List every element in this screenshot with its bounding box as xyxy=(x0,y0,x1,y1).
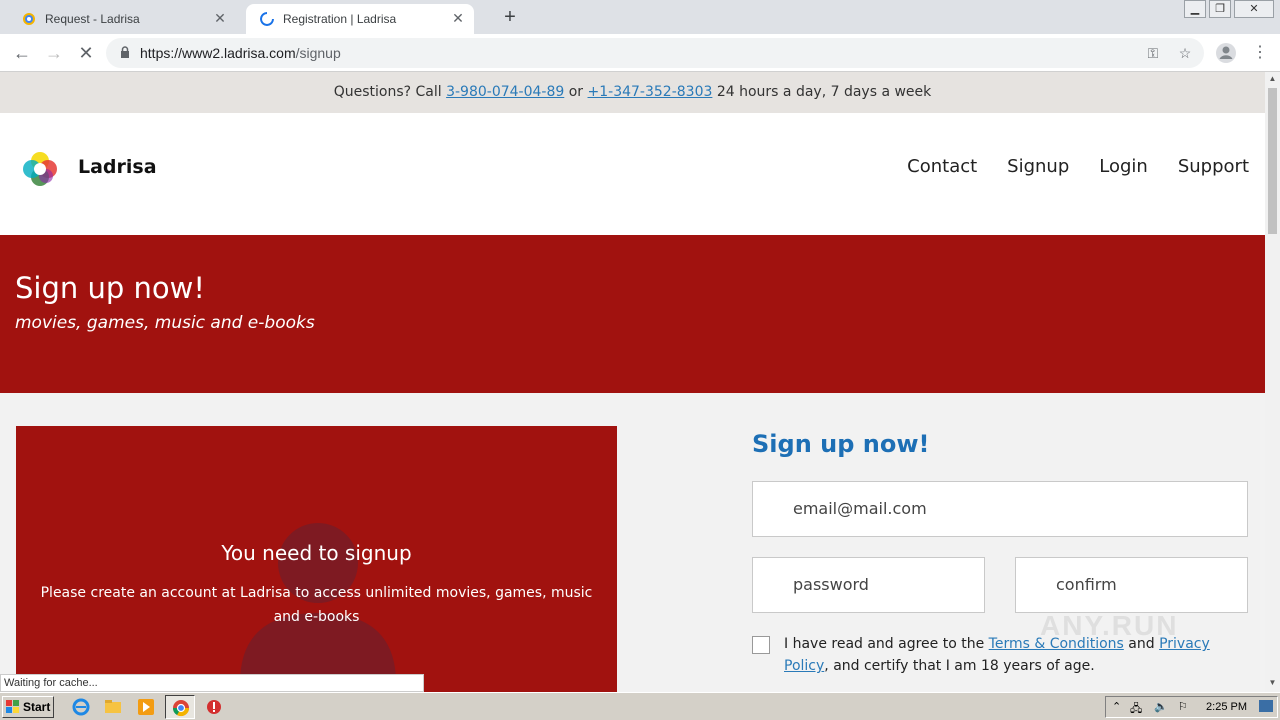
close-tab-icon[interactable]: ✕ xyxy=(212,10,228,26)
nav-login[interactable]: Login xyxy=(1099,156,1148,177)
password-field[interactable]: password xyxy=(752,557,985,613)
agree-text: I have read and agree to the Terms & Con… xyxy=(784,636,1210,674)
chrome-icon xyxy=(172,700,190,717)
clock: 2:25 PM xyxy=(1206,701,1247,713)
nav-signup[interactable]: Signup xyxy=(1007,156,1069,177)
hero-subtitle: movies, games, music and e-books xyxy=(15,313,315,333)
folder-icon[interactable] xyxy=(104,698,122,716)
scroll-up-icon[interactable]: ▲ xyxy=(1265,72,1280,86)
phone-link-1[interactable]: 3-980-074-04-89 xyxy=(446,84,564,100)
windows-logo-icon xyxy=(6,700,19,713)
brand-name[interactable]: Ladrisa xyxy=(78,156,157,178)
ladrisa-favicon-icon xyxy=(23,13,35,25)
profile-avatar-icon[interactable] xyxy=(1215,42,1237,64)
email-field[interactable]: email@mail.com xyxy=(752,481,1248,537)
tab-registration[interactable]: Registration | Ladrisa ✕ xyxy=(246,4,474,34)
chrome-taskbar-button[interactable] xyxy=(165,695,195,719)
phone-link-2[interactable]: +1-347-352-8303 xyxy=(588,84,713,100)
terms-link[interactable]: Terms & Conditions xyxy=(989,636,1124,652)
stop-loading-button[interactable]: ✕ xyxy=(74,41,98,65)
system-tray: ⌃ 🖧 🔈 ⚐ 2:25 PM xyxy=(1105,696,1278,718)
hero-title: Sign up now! xyxy=(15,271,205,305)
start-button[interactable]: Start xyxy=(2,696,54,718)
maximize-button[interactable]: ❐ xyxy=(1209,0,1231,18)
network-icon[interactable]: 🖧 xyxy=(1130,700,1142,719)
tab-title: Registration | Ladrisa xyxy=(283,12,397,26)
notice-title: You need to signup xyxy=(221,541,412,565)
volume-icon[interactable]: 🔈 xyxy=(1154,700,1168,713)
bookmark-star-icon[interactable]: ☆ xyxy=(1176,44,1194,62)
confirm-password-field[interactable]: confirm xyxy=(1015,557,1248,613)
show-desktop-icon[interactable] xyxy=(1259,700,1273,712)
tray-expand-icon[interactable]: ⌃ xyxy=(1112,700,1121,713)
signup-section: You need to signup Please create an acco… xyxy=(0,393,1265,692)
loading-spinner-icon xyxy=(260,12,274,26)
back-button[interactable]: ← xyxy=(10,41,34,65)
notice-text: Please create an account at Ladrisa to a… xyxy=(40,585,593,625)
scroll-thumb[interactable] xyxy=(1268,88,1277,234)
main-nav: Contact Signup Login Support xyxy=(907,156,1249,177)
stop-sign-icon[interactable] xyxy=(205,698,223,716)
windows-taskbar: Start ⌃ 🖧 🔈 ⚐ 2:25 PM xyxy=(0,692,1280,720)
page-scrollbar[interactable]: ▲ ▼ xyxy=(1265,72,1280,692)
minimize-button[interactable]: ▁ xyxy=(1184,0,1206,18)
browser-tab-bar: Request - Ladrisa ✕ Registration | Ladri… xyxy=(0,0,1280,34)
address-bar[interactable]: https://www2.ladrisa.com/signup ⚿ ☆ xyxy=(106,38,1204,68)
flag-icon[interactable]: ⚐ xyxy=(1178,700,1188,713)
page-viewport: Questions? Call 3-980-074-04-89 or +1-34… xyxy=(0,72,1265,692)
close-window-button[interactable]: ✕ xyxy=(1234,0,1274,18)
scroll-down-icon[interactable]: ▼ xyxy=(1265,676,1280,690)
key-icon[interactable]: ⚿ xyxy=(1144,44,1162,62)
url-text: https://www2.ladrisa.com/signup xyxy=(140,45,341,61)
ladrisa-logo-icon[interactable] xyxy=(20,149,60,189)
menu-kebab-icon[interactable]: ⋮ xyxy=(1248,41,1272,65)
new-tab-button[interactable]: + xyxy=(498,6,522,30)
status-bubble: Waiting for cache... xyxy=(0,674,424,692)
forward-button[interactable]: → xyxy=(42,41,66,65)
signup-notice-panel: You need to signup Please create an acco… xyxy=(16,426,617,692)
nav-contact[interactable]: Contact xyxy=(907,156,977,177)
agree-checkbox[interactable] xyxy=(752,636,770,654)
contact-bar: Questions? Call 3-980-074-04-89 or +1-34… xyxy=(0,72,1265,113)
tab-title: Request - Ladrisa xyxy=(45,12,140,26)
hero-banner: Sign up now! movies, games, music and e-… xyxy=(0,235,1265,393)
nav-support[interactable]: Support xyxy=(1178,156,1249,177)
form-title: Sign up now! xyxy=(752,430,930,458)
site-header: Ladrisa Contact Signup Login Support xyxy=(0,113,1265,235)
lock-icon xyxy=(121,46,129,58)
close-tab-icon[interactable]: ✕ xyxy=(450,10,466,26)
media-player-icon[interactable] xyxy=(137,698,155,716)
internet-explorer-icon[interactable] xyxy=(72,698,90,716)
browser-toolbar: ← → ✕ https://www2.ladrisa.com/signup ⚿ … xyxy=(0,34,1280,72)
tab-request[interactable]: Request - Ladrisa ✕ xyxy=(8,4,236,34)
